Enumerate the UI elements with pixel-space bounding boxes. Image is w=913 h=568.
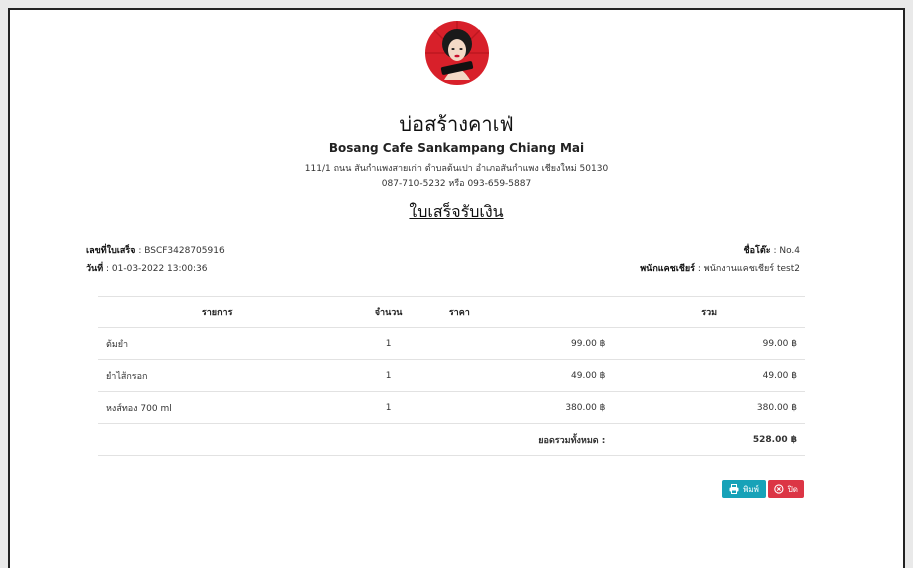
receipt-number-value: : BSCF3428705916	[135, 246, 225, 256]
receipt-number: เลขที่ใบเสร็จ : BSCF3428705916	[86, 243, 225, 257]
item-price: 380.00 ฿	[440, 391, 614, 424]
table-header-row: รายการ จำนวน ราคา รวม	[98, 296, 805, 328]
print-button[interactable]: พิมพ์	[722, 480, 766, 498]
close-button[interactable]: ปิด	[768, 480, 804, 498]
grand-total-value: 528.00 ฿	[613, 423, 805, 456]
receipt-number-label: เลขที่ใบเสร็จ	[86, 246, 136, 256]
item-price: 99.00 ฿	[440, 327, 614, 360]
document-title: ใบเสร็จรับเงิน	[409, 202, 504, 221]
item-qty: 1	[336, 391, 441, 424]
table-name-label: ชื่อโต๊ะ	[743, 246, 771, 256]
cafe-logo	[425, 21, 489, 85]
close-circle-icon	[774, 484, 784, 494]
header-qty: จำนวน	[336, 296, 441, 328]
receipt-date-label: วันที่	[86, 264, 104, 274]
header-total: รวม	[613, 296, 805, 328]
close-button-label: ปิด	[787, 484, 798, 494]
cashier-name-label: พนักแคชเชียร์	[640, 264, 696, 274]
table-name-value: : No.4	[770, 246, 800, 256]
item-name: หงส์ทอง 700 ml	[98, 391, 337, 424]
item-total: 49.00 ฿	[613, 359, 805, 392]
grand-total-label: ยอดรวมทั้งหมด :	[440, 423, 614, 456]
table-row: ต้มยำ 1 99.00 ฿ 99.00 ฿	[98, 327, 805, 360]
item-price: 49.00 ฿	[440, 359, 614, 392]
item-qty: 1	[336, 327, 441, 360]
item-qty: 1	[336, 359, 441, 392]
cashier-name: พนักแคชเชียร์ : พนักงานแคชเชียร์ test2	[640, 261, 800, 275]
print-button-label: พิมพ์	[743, 484, 759, 494]
grand-total-row: ยอดรวมทั้งหมด : 528.00 ฿	[98, 423, 805, 456]
header-price: ราคา	[440, 296, 614, 328]
cashier-name-value: : พนักงานแคชเชียร์ test2	[695, 264, 800, 274]
receipt-date-value: : 01-03-2022 13:00:36	[103, 264, 208, 274]
item-name: ยำไส้กรอก	[98, 359, 337, 392]
item-total: 99.00 ฿	[613, 327, 805, 360]
branch-name: Bosang Cafe Sankampang Chiang Mai	[328, 141, 585, 155]
shop-phone: 087-710-5232 หรือ 093-659-5887	[381, 179, 532, 189]
items-table: รายการ จำนวน ราคา รวม ต้มยำ 1 99.00 ฿ 99…	[98, 296, 805, 456]
item-name: ต้มยำ	[98, 327, 337, 360]
header-item: รายการ	[98, 296, 337, 328]
table-row: ยำไส้กรอก 1 49.00 ฿ 49.00 ฿	[98, 359, 805, 392]
shop-name: บ่อสร้างคาเฟ่	[399, 112, 514, 136]
printer-icon	[729, 484, 739, 494]
table-name: ชื่อโต๊ะ : No.4	[744, 243, 800, 257]
receipt-date: วันที่ : 01-03-2022 13:00:36	[86, 261, 207, 275]
item-total: 380.00 ฿	[613, 391, 805, 424]
receipt-page: บ่อสร้างคาเฟ่ Bosang Cafe Sankampang Chi…	[8, 8, 905, 568]
shop-address: 111/1 ถนน สันกำแพงสายเก่า ตำบลต้นเปา อำเ…	[304, 164, 609, 174]
table-row: หงส์ทอง 700 ml 1 380.00 ฿ 380.00 ฿	[98, 391, 805, 424]
